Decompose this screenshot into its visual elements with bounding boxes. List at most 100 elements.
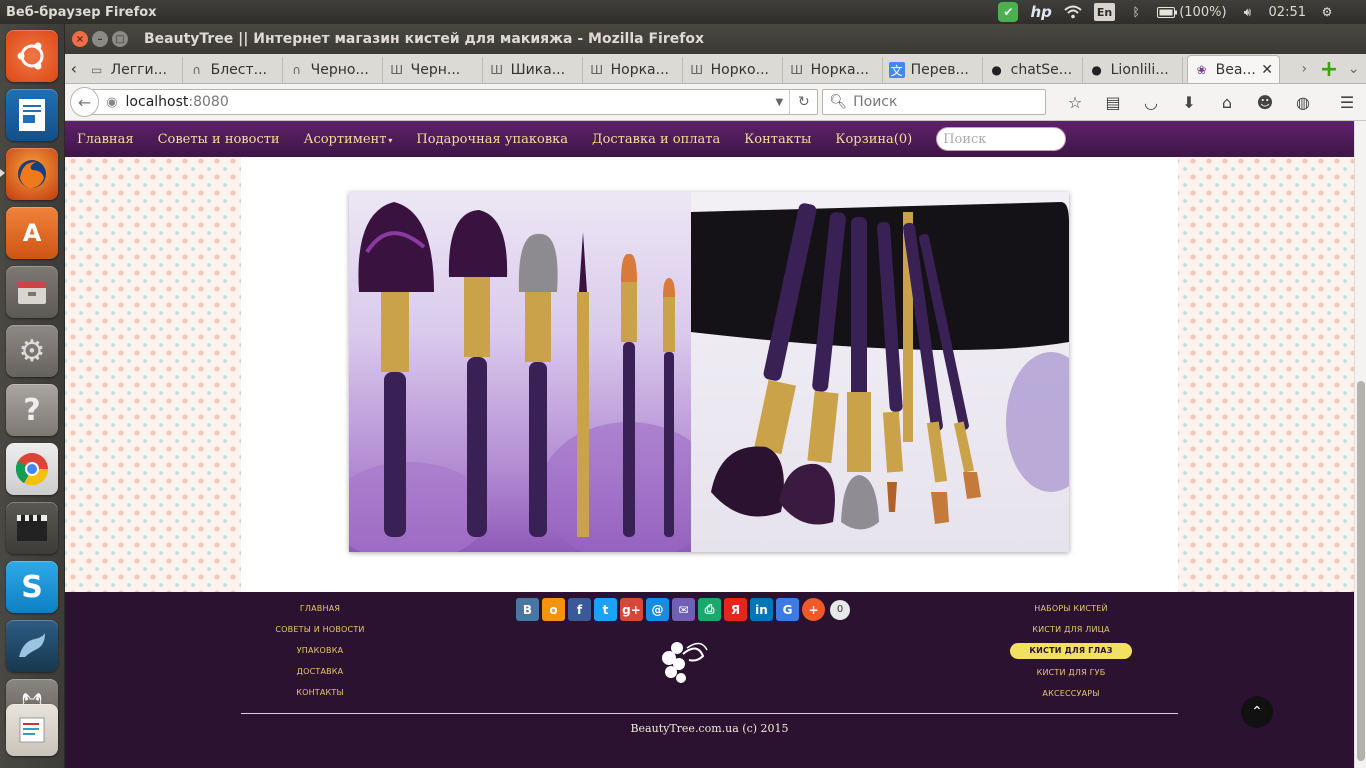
twitter-share-icon[interactable]: t <box>594 598 617 621</box>
window-titlebar: × – □ BeautyTree || Интернет магазин кис… <box>65 24 1366 54</box>
site-nav-item[interactable]: Главная <box>77 132 134 147</box>
site-footer: ГЛАВНАЯ СОВЕТЫ И НОВОСТИ УПАКОВКА ДОСТАВКА К… <box>65 592 1354 768</box>
help-icon[interactable]: ? <box>6 384 58 436</box>
site-nav-item[interactable]: Корзина(0) <box>835 132 912 147</box>
sh-icon: Ш <box>590 63 604 77</box>
text-editor-icon[interactable] <box>6 704 58 756</box>
tab[interactable]: Ш Шика... <box>483 57 583 83</box>
software-center-icon[interactable]: A <box>6 207 58 259</box>
chrome-icon[interactable] <box>6 443 58 495</box>
ubuntu-dash-icon[interactable] <box>6 30 58 82</box>
more-share-icon[interactable]: + <box>802 598 825 621</box>
update-check-icon[interactable]: ✔ <box>998 2 1019 22</box>
back-button[interactable]: ← <box>70 87 100 117</box>
footer-link[interactable]: СОВЕТЫ И НОВОСТИ <box>265 619 375 640</box>
tab-label: Норко... <box>710 62 769 78</box>
tabs-scroll-left-button[interactable]: ‹ <box>65 53 83 83</box>
video-editor-icon[interactable] <box>6 502 58 554</box>
linkedin-share-icon[interactable]: in <box>750 598 773 621</box>
footer-category-link[interactable]: КИСТИ ДЛЯ ГУБ <box>1010 662 1132 683</box>
tab[interactable]: ∩ Черно... <box>283 57 383 83</box>
scrollbar-thumb[interactable] <box>1357 381 1365 761</box>
footer-category-link[interactable]: КИСТИ ДЛЯ ЛИЦА <box>1010 619 1132 640</box>
tab[interactable]: ∩ Блест... <box>183 57 283 83</box>
mysql-workbench-icon[interactable] <box>6 620 58 672</box>
firebug-icon[interactable]: ◍ <box>1284 88 1322 116</box>
tab[interactable]: Ш Норка... <box>783 57 883 83</box>
googleplus-share-icon[interactable]: g+ <box>620 598 643 621</box>
new-tab-button[interactable]: + <box>1317 55 1342 83</box>
tabs-scroll-right-button[interactable]: › <box>1292 55 1317 83</box>
tab[interactable]: ● chatSe... <box>983 57 1083 83</box>
mailru-share-icon[interactable]: @ <box>646 598 669 621</box>
site-nav-item[interactable]: Контакты <box>744 132 811 147</box>
hello-chat-icon[interactable]: ☻ <box>1246 88 1284 116</box>
site-search-input[interactable]: Поиск <box>936 127 1067 151</box>
browser-search-input[interactable]: 🔍︎ Поиск <box>822 89 1046 115</box>
keyboard-layout-indicator[interactable]: En <box>1093 3 1116 21</box>
beautytree-logo-icon <box>657 634 713 690</box>
tab[interactable]: ▭ Легги... <box>83 57 183 83</box>
site-nav-item[interactable]: Асортимент ▾ <box>304 132 393 147</box>
tab-active[interactable]: ❀ Bea... ✕ <box>1186 55 1280 83</box>
footer-links-left: ГЛАВНАЯ СОВЕТЫ И НОВОСТИ УПАКОВКА ДОСТАВКА К… <box>265 598 375 703</box>
email-share-icon[interactable]: ✉ <box>672 598 695 621</box>
system-settings-icon[interactable]: ⚙ <box>6 325 58 377</box>
site-nav-item[interactable]: Советы и новости <box>158 132 280 147</box>
bookmark-star-icon[interactable]: ☆ <box>1056 88 1094 116</box>
site-nav-item[interactable]: Подарочная упаковка <box>416 132 568 147</box>
url-history-dropdown-icon[interactable]: ▼ <box>769 97 789 108</box>
window-close-button[interactable]: × <box>72 31 88 47</box>
vk-share-icon[interactable]: B <box>516 598 539 621</box>
github-icon: ● <box>991 63 1002 77</box>
odnoklassniki-share-icon[interactable]: o <box>542 598 565 621</box>
home-icon[interactable]: ⌂ <box>1208 88 1246 116</box>
libreoffice-writer-icon[interactable] <box>6 89 58 141</box>
tab[interactable]: Ш Черн... <box>383 57 483 83</box>
footer-category-link[interactable]: НАБОРЫ КИСТЕЙ <box>1010 598 1132 619</box>
footer-category-link[interactable]: АКСЕССУАРЫ <box>1010 683 1132 704</box>
site-nav-item[interactable]: Доставка и оплата <box>592 132 720 147</box>
yandex-share-icon[interactable]: Я <box>724 598 747 621</box>
window-maximize-button[interactable]: □ <box>112 31 128 47</box>
wifi-icon[interactable] <box>1064 3 1082 21</box>
footer-link[interactable]: УПАКОВКА <box>265 640 375 661</box>
skype-icon[interactable]: S <box>6 561 58 613</box>
reload-icon[interactable]: ↻ <box>789 90 817 114</box>
tab[interactable]: Ш Норко... <box>683 57 783 83</box>
tab-label: Норка... <box>810 62 869 78</box>
page-scrollbar[interactable] <box>1354 121 1366 768</box>
print-share-icon[interactable]: ⎙ <box>698 598 721 621</box>
footer-link[interactable]: ГЛАВНАЯ <box>265 598 375 619</box>
hp-icon[interactable]: hp <box>1030 3 1051 21</box>
tab-close-icon[interactable]: ✕ <box>1261 62 1273 78</box>
footer-category-link-active[interactable]: КИСТИ ДЛЯ ГЛАЗ <box>1010 643 1132 659</box>
firefox-icon[interactable] <box>6 148 58 200</box>
tab[interactable]: Ш Норка... <box>583 57 683 83</box>
scroll-to-top-button[interactable]: ⌃ <box>1241 696 1273 728</box>
volume-icon[interactable]: 🔊︎ <box>1239 3 1257 21</box>
footer-link[interactable]: КОНТАКТЫ <box>265 682 375 703</box>
reading-list-icon[interactable]: ▤ <box>1094 88 1132 116</box>
power-gear-icon[interactable]: ⚙ <box>1318 3 1336 21</box>
tab[interactable]: 文 Перев... <box>883 57 983 83</box>
battery-icon[interactable] <box>1157 3 1178 21</box>
brush-set-photo-left <box>349 192 719 552</box>
bluetooth-icon[interactable]: ᛒ <box>1127 3 1145 21</box>
downloads-icon[interactable]: ⬇ <box>1170 88 1208 116</box>
footer-link[interactable]: ДОСТАВКА <box>265 661 375 682</box>
tab[interactable]: ● Lionlili... <box>1083 57 1183 83</box>
list-all-tabs-button[interactable]: ⌄ <box>1341 55 1366 83</box>
google-bookmarks-share-icon[interactable]: G <box>776 598 799 621</box>
site-identity-icon[interactable]: ◉ <box>106 95 117 110</box>
facebook-share-icon[interactable]: f <box>568 598 591 621</box>
share-buttons: B o f t g+ @ ✉ ⎙ Я in G + 0 <box>516 598 850 621</box>
pocket-icon[interactable]: ◡ <box>1132 88 1170 116</box>
clock[interactable]: 02:51 <box>1269 5 1306 20</box>
files-icon[interactable] <box>6 266 58 318</box>
window-minimize-button[interactable]: – <box>92 31 108 47</box>
url-bar[interactable]: ◉ localhost:8080 ▼ ↻ <box>91 89 819 115</box>
n-icon: ∩ <box>292 63 302 77</box>
site-nav-label: Подарочная упаковка <box>416 131 569 147</box>
menu-hamburger-icon[interactable]: ☰ <box>1328 88 1366 116</box>
